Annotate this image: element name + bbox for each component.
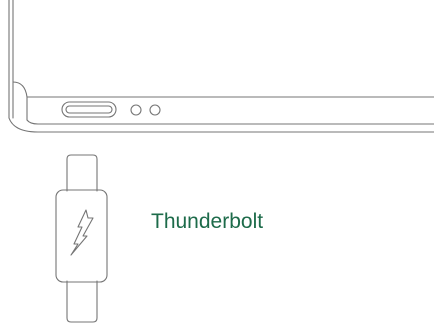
usb-c-port-icon bbox=[61, 101, 117, 118]
usb-c-connector-icon bbox=[55, 154, 108, 323]
laptop-port-diagram bbox=[8, 0, 434, 323]
thunderbolt-label: Thunderbolt bbox=[151, 210, 264, 233]
laptop-side-icon bbox=[8, 0, 434, 133]
status-light-icon bbox=[130, 104, 161, 116]
lightning-bolt-icon bbox=[70, 209, 94, 256]
